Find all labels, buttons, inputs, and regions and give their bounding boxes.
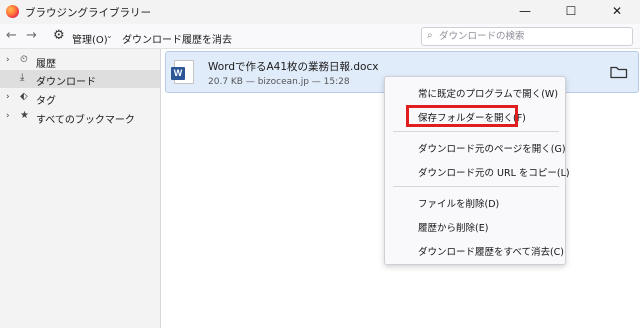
menu-item-delete-file[interactable]: ファイルを削除(D) xyxy=(386,191,566,213)
chevron-right-icon[interactable]: › xyxy=(6,55,10,65)
menu-item-remove-from-history[interactable]: 履歴から削除(E) xyxy=(386,215,566,237)
search-box[interactable]: ⌕ xyxy=(421,27,633,46)
history-icon: ⏲ xyxy=(20,54,28,65)
title-bar: ブラウジングライブラリー — ☐ ✕ xyxy=(0,0,640,24)
download-icon: ⤓ xyxy=(20,72,25,83)
star-icon: ★ xyxy=(20,110,29,121)
search-icon: ⌕ xyxy=(427,30,433,41)
sidebar-item-label: 履歴 xyxy=(36,59,56,70)
word-document-icon: W xyxy=(171,60,194,84)
menu-item-clear-all-downloads[interactable]: ダウンロード履歴をすべて消去(C) xyxy=(386,239,566,261)
chevron-down-icon[interactable]: ⌄ xyxy=(106,31,113,40)
sidebar-item-label: ダウンロード xyxy=(36,77,96,88)
menu-item-label: 常に既定のプログラムで開く(W) xyxy=(418,89,559,100)
sidebar-item-tags[interactable]: › ⬖ タグ xyxy=(0,89,160,107)
sidebar-item-label: すべてのブックマーク xyxy=(36,115,135,126)
menu-item-label: ファイルを削除(D) xyxy=(418,199,500,210)
download-meta: 20.7 KB — bizocean.jp — 15:28 xyxy=(208,77,350,87)
download-file-name: Wordで作るA41枚の業務日報.docx xyxy=(208,61,379,73)
clear-downloads-button[interactable]: ダウンロード履歴を消去 xyxy=(122,31,232,46)
sidebar-item-downloads[interactable]: ⤓ ダウンロード xyxy=(0,70,160,88)
back-arrow-icon[interactable]: ← xyxy=(6,28,17,43)
close-button[interactable]: ✕ xyxy=(594,0,640,24)
menu-item-open-default[interactable]: 常に既定のプログラムで開く(W) xyxy=(386,81,566,103)
word-badge: W xyxy=(171,67,185,80)
search-input[interactable] xyxy=(439,29,629,44)
sidebar-item-all-bookmarks[interactable]: › ★ すべてのブックマーク xyxy=(0,108,160,126)
firefox-icon xyxy=(6,5,19,18)
window-title: ブラウジングライブラリー xyxy=(25,7,151,19)
gear-icon[interactable]: ⚙ xyxy=(53,28,65,43)
chevron-right-icon[interactable]: › xyxy=(6,111,10,121)
menu-item-copy-source-url[interactable]: ダウンロード元の URL をコピー(L) xyxy=(386,160,570,182)
tag-icon: ⬖ xyxy=(20,91,28,102)
context-menu: 常に既定のプログラムで開く(W) 保存フォルダーを開く(F) ダウンロード元のペ… xyxy=(384,76,570,265)
highlight-annotation xyxy=(406,105,518,127)
folder-icon[interactable] xyxy=(609,64,629,80)
menu-separator xyxy=(393,186,559,187)
menu-item-label: 履歴から削除(E) xyxy=(418,223,489,234)
forward-arrow-icon[interactable]: → xyxy=(26,28,37,43)
menu-item-label: ダウンロード元のページを開く(G) xyxy=(418,144,566,155)
menu-item-open-source-page[interactable]: ダウンロード元のページを開く(G) xyxy=(386,136,566,158)
toolbar: ← → ⚙ 管理(O) ⌄ ダウンロード履歴を消去 ⌕ xyxy=(0,24,640,49)
menu-item-label: ダウンロード履歴をすべて消去(C) xyxy=(418,247,565,258)
chevron-right-icon[interactable]: › xyxy=(6,92,10,102)
menu-separator xyxy=(393,131,559,132)
menu-item-label: ダウンロード元の URL をコピー(L) xyxy=(418,168,570,179)
manage-menu-button[interactable]: 管理(O) xyxy=(72,31,108,46)
sidebar-item-history[interactable]: › ⏲ 履歴 xyxy=(0,52,160,70)
minimize-button[interactable]: — xyxy=(502,0,548,24)
sidebar: › ⏲ 履歴 ⤓ ダウンロード › ⬖ タグ › ★ すべてのブックマーク xyxy=(0,49,161,328)
maximize-button[interactable]: ☐ xyxy=(548,0,594,24)
sidebar-item-label: タグ xyxy=(36,96,56,107)
